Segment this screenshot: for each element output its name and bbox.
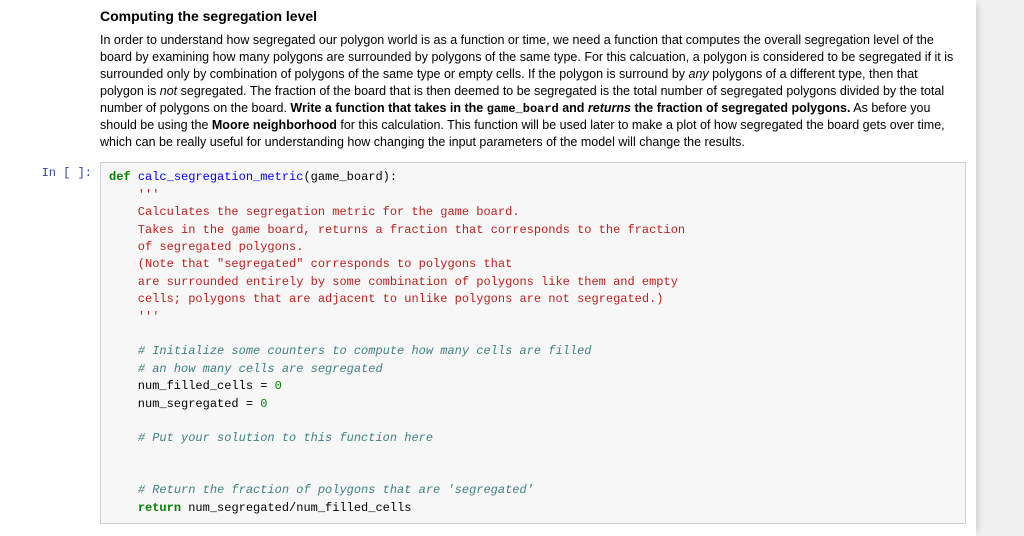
code-input-area[interactable]: def calc_segregation_metric(game_board):… <box>100 162 966 524</box>
input-prompt: In [ ]: <box>10 162 100 524</box>
notebook-page: Computing the segregation level In order… <box>0 0 976 536</box>
markdown-cell: Computing the segregation level In order… <box>0 0 976 158</box>
code-cell: In [ ]: def calc_segregation_metric(game… <box>0 158 976 528</box>
section-paragraph: In order to understand how segregated ou… <box>100 32 956 150</box>
section-heading: Computing the segregation level <box>100 8 956 24</box>
